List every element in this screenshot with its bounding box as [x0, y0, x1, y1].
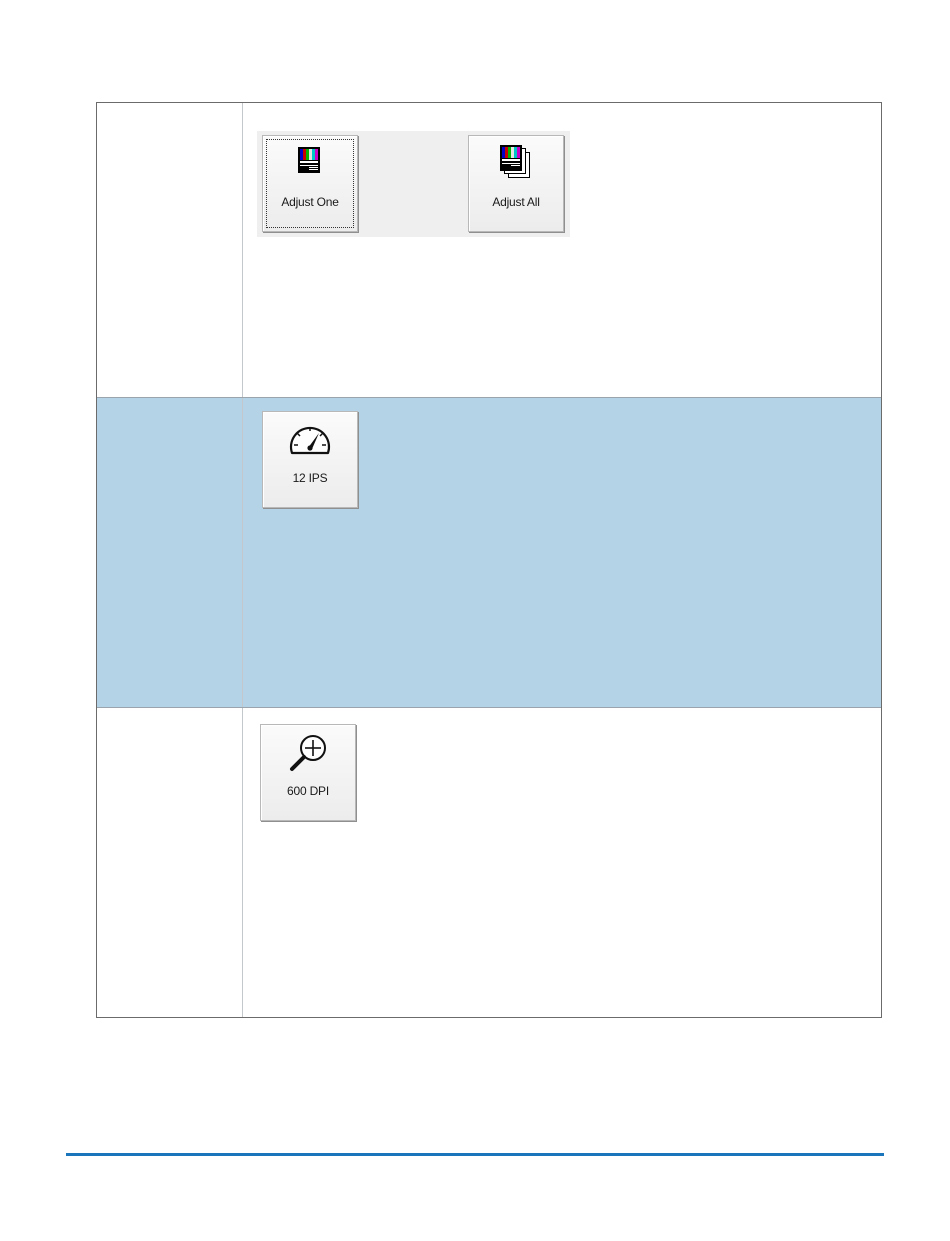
- color-bars-stack-icon: [498, 144, 534, 185]
- color-bars-icon: [297, 146, 323, 181]
- button-panel: Adjust One Adjust All: [257, 131, 570, 237]
- scan-speed-button[interactable]: 12 IPS: [262, 411, 358, 508]
- adjust-all-label: Adjust All: [492, 195, 540, 209]
- table-row: 600 DPI: [97, 708, 881, 1017]
- resolution-button[interactable]: 600 DPI: [260, 724, 356, 821]
- adjust-one-label: Adjust One: [281, 195, 339, 209]
- zoom-in-icon: [286, 733, 330, 778]
- resolution-label: 600 DPI: [287, 784, 329, 798]
- column-divider: [242, 708, 243, 1017]
- column-divider: [242, 103, 243, 397]
- footer-rule: [66, 1153, 884, 1156]
- adjust-one-button[interactable]: Adjust One: [262, 135, 358, 232]
- scan-speed-label: 12 IPS: [292, 471, 328, 485]
- column-divider: [242, 398, 243, 707]
- table-row: Adjust One Adjust All: [97, 103, 881, 398]
- table-row-highlighted: 12 IPS: [97, 398, 881, 708]
- settings-table: Adjust One Adjust All 12 IPS 600 DPI: [96, 102, 882, 1018]
- adjust-all-button[interactable]: Adjust All: [468, 135, 564, 232]
- speedometer-icon: [286, 419, 334, 462]
